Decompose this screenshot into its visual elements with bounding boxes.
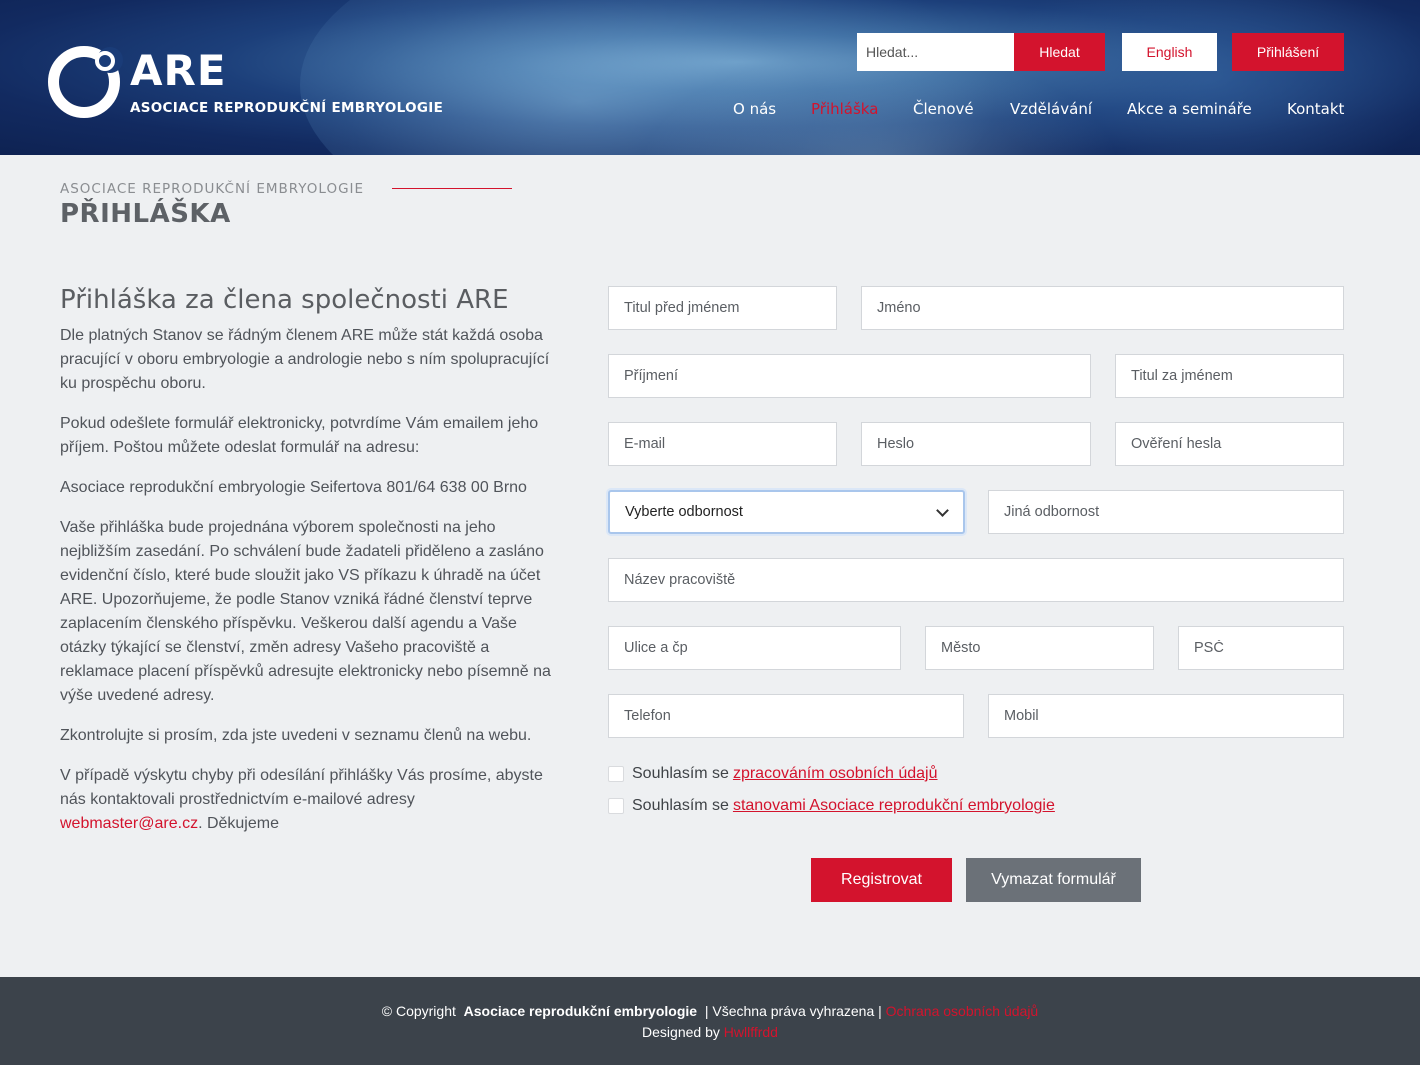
- intro-paragraph: Zkontrolujte si prosím, zda jste uvedeni…: [60, 727, 532, 744]
- first-name-field[interactable]: [861, 286, 1344, 330]
- page-eyebrow: ASOCIACE REPRODUKČNÍ EMBRYOLOGIE: [60, 181, 365, 197]
- password-confirm-field[interactable]: [1115, 422, 1344, 466]
- chevron-down-icon: [936, 504, 949, 517]
- city-field[interactable]: [925, 626, 1154, 670]
- specialty-select-value: Vyberte odbornost: [625, 504, 743, 520]
- consent-personal-data-checkbox[interactable]: [608, 766, 624, 782]
- nav-item-o-nas[interactable]: O nás: [733, 100, 776, 118]
- title-after-field[interactable]: [1115, 354, 1344, 398]
- logo-short-name: ARE: [130, 46, 227, 95]
- page-title: PŘIHLÁŠKA: [60, 199, 231, 229]
- last-name-field[interactable]: [608, 354, 1091, 398]
- phone-field[interactable]: [608, 694, 964, 738]
- specialty-select[interactable]: Vyberte odbornost: [608, 490, 965, 534]
- footer-credits: Designed by Hwllffrdd: [642, 1024, 778, 1040]
- password-field[interactable]: [861, 422, 1091, 466]
- consent-statutes: Souhlasím se stanovami Asociace reproduk…: [608, 796, 1055, 816]
- consent-label: Souhlasím se: [632, 765, 729, 782]
- nav-item-vzdelavani[interactable]: Vzdělávání: [1010, 100, 1092, 118]
- footer-copyright: © Copyright Asociace reprodukční embryol…: [381, 1003, 1039, 1019]
- webmaster-email-link[interactable]: webmaster@are.cz: [60, 815, 198, 832]
- site-footer: © Copyright Asociace reprodukční embryol…: [0, 977, 1420, 1065]
- footer-org-name: Asociace reprodukční embryologie: [463, 1003, 698, 1019]
- workplace-field[interactable]: [608, 558, 1344, 602]
- nav-item-akce-a-seminare[interactable]: Akce a semináře: [1127, 100, 1252, 118]
- nav-item-kontakt[interactable]: Kontakt: [1287, 100, 1344, 118]
- nav-item-clenove[interactable]: Členové: [913, 100, 974, 118]
- main-nav: O nás Přihláška Členové Vzdělávání Akce …: [0, 100, 1420, 122]
- register-button[interactable]: Registrovat: [811, 858, 952, 902]
- privacy-link[interactable]: Ochrana osobních údajů: [886, 1003, 1039, 1019]
- consent-personal-data: Souhlasím se zpracováním osobních údajů: [608, 764, 938, 784]
- intro-paragraph: Dle platných Stanov se řádným členem ARE…: [60, 327, 550, 392]
- intro-heading: Přihláška za člena společnosti ARE: [60, 285, 509, 315]
- personal-data-link[interactable]: zpracováním osobních údajů: [733, 765, 938, 783]
- search-button[interactable]: Hledat: [1014, 33, 1105, 71]
- nav-item-prihlaska[interactable]: Přihláška: [811, 100, 878, 118]
- intro-paragraph: Pokud odešlete formulář elektronicky, po…: [60, 415, 539, 456]
- postal-address: Asociace reprodukční embryologie Seifert…: [60, 479, 527, 496]
- login-button[interactable]: Přihlášení: [1232, 33, 1344, 71]
- eyebrow-divider: [392, 188, 512, 189]
- clear-form-button[interactable]: Vymazat formulář: [966, 858, 1141, 902]
- consent-label: Souhlasím se: [632, 797, 729, 814]
- language-english-button[interactable]: English: [1122, 33, 1217, 71]
- intro-section: Přihláška za člena společnosti ARE Dle p…: [60, 285, 555, 852]
- other-specialty-field[interactable]: [988, 490, 1344, 534]
- mobile-field[interactable]: [988, 694, 1344, 738]
- designer-link[interactable]: Hwllffrdd: [724, 1024, 778, 1040]
- zip-field[interactable]: [1178, 626, 1344, 670]
- intro-paragraph: Vaše přihláška bude projednána výborem s…: [60, 519, 551, 704]
- statutes-link[interactable]: stanovami Asociace reprodukční embryolog…: [733, 797, 1055, 815]
- email-field[interactable]: [608, 422, 837, 466]
- consent-statutes-checkbox[interactable]: [608, 798, 624, 814]
- header-background-texture: [980, 0, 1420, 155]
- street-field[interactable]: [608, 626, 901, 670]
- site-header: ARE ASOCIACE REPRODUKČNÍ EMBRYOLOGIE Hle…: [0, 0, 1420, 155]
- title-before-field[interactable]: [608, 286, 837, 330]
- contact-paragraph: V případě výskytu chyby při odesílání př…: [60, 767, 543, 832]
- search-input[interactable]: [857, 33, 1015, 71]
